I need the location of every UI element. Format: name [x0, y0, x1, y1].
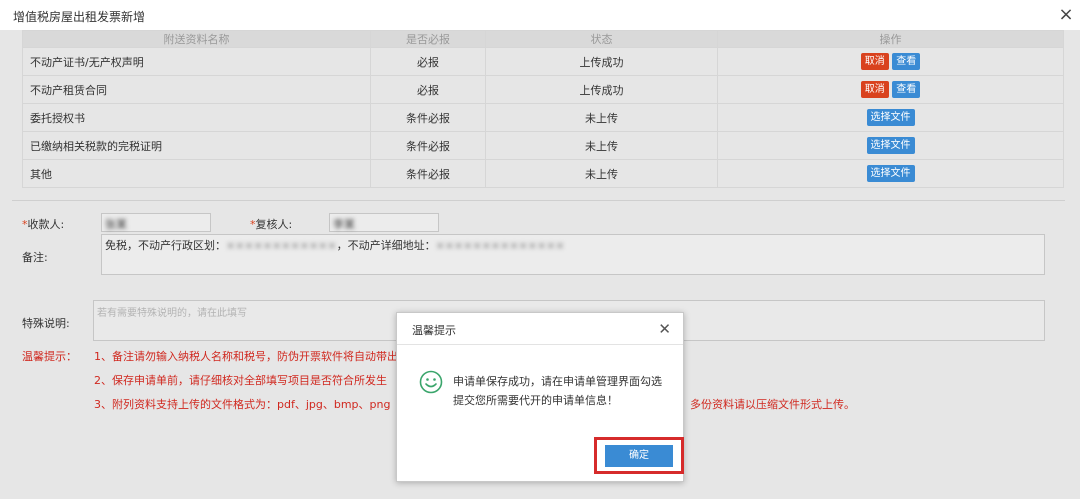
attachments-table: 附送资料名称 是否必报 状态 操作 不动产证书/无产权声明 必报 上传成功 取消…: [22, 30, 1064, 188]
tip-line-3-end: 多份资料请以压缩文件形式上传。: [690, 398, 855, 411]
row-name: 已缴纳相关税款的完税证明: [22, 131, 371, 160]
reviewer-field[interactable]: 李某: [329, 213, 439, 232]
ok-button[interactable]: 确定: [605, 445, 673, 467]
row-name: 不动产证书/无产权声明: [22, 47, 371, 76]
dialog-title: 温馨提示: [412, 324, 456, 337]
row-required: 必报: [370, 47, 486, 76]
tip-line-3: 3、附列资料支持上传的文件格式为：pdf、jpg、bmp、png: [94, 398, 391, 411]
row-status: 未上传: [485, 131, 718, 160]
table-header-row: 附送资料名称 是否必报 状态 操作: [22, 30, 1064, 48]
special-placeholder: 若有需要特殊说明的，请在此填写: [97, 308, 247, 319]
view-button[interactable]: 查看: [892, 53, 921, 70]
row-required: 条件必报: [370, 103, 486, 132]
window-title: 增值税房屋出租发票新增: [13, 10, 146, 24]
dialog-message: 申请单保存成功，请在申请单管理界面勾选提交您所需要代开的申请单信息！: [453, 375, 662, 407]
payee-label: *收款人:: [22, 218, 65, 231]
table-row: 已缴纳相关税款的完税证明 条件必报 未上传 选择文件: [22, 131, 1064, 160]
choose-file-button[interactable]: 选择文件: [866, 165, 915, 182]
reviewer-value: 李某: [333, 218, 355, 231]
table-row: 委托授权书 条件必报 未上传 选择文件: [22, 103, 1064, 132]
dialog-header: 温馨提示 ✕: [397, 313, 683, 345]
column-header-status: 状态: [485, 30, 718, 48]
row-required: 必报: [370, 75, 486, 104]
row-required: 条件必报: [370, 159, 486, 188]
tip-line-2: 2、保存申请单前，请仔细核对全部填写项目是否符合所发生: [94, 374, 387, 387]
row-status: 未上传: [485, 103, 718, 132]
choose-file-button[interactable]: 选择文件: [866, 137, 915, 154]
section-divider: [12, 200, 1065, 201]
special-label: 特殊说明:: [22, 317, 70, 330]
tip-line-1: 1、备注请勿输入纳税人名称和税号，防伪开票软件将自动带出: [94, 350, 398, 363]
choose-file-button[interactable]: 选择文件: [866, 109, 915, 126]
row-actions: 选择文件: [717, 103, 1064, 132]
close-icon[interactable]: ×: [1057, 5, 1075, 25]
view-button[interactable]: 查看: [892, 81, 921, 98]
cancel-button[interactable]: 取消: [860, 81, 889, 98]
remark-field[interactable]: 免税，不动产行政区划：××××××××××××，不动产详细地址：××××××××…: [101, 234, 1045, 275]
cancel-button[interactable]: 取消: [860, 53, 889, 70]
smiley-icon: [419, 370, 443, 394]
row-actions: 选择文件: [717, 131, 1064, 160]
row-actions: 取消 查看: [717, 47, 1064, 76]
table-row: 不动产租赁合同 必报 上传成功 取消 查看: [22, 75, 1064, 104]
payee-value: 张某: [105, 218, 127, 231]
row-name: 其他: [22, 159, 371, 188]
row-status: 上传成功: [485, 75, 718, 104]
tips-label: 温馨提示：: [22, 350, 77, 363]
row-name: 委托授权书: [22, 103, 371, 132]
table-row: 不动产证书/无产权声明 必报 上传成功 取消 查看: [22, 47, 1064, 76]
row-status: 未上传: [485, 159, 718, 188]
remark-value: 免税，不动产行政区划：××××××××××××，不动产详细地址：××××××××…: [105, 239, 565, 252]
column-header-name: 附送资料名称: [22, 30, 371, 48]
reviewer-label: *复核人:: [250, 218, 293, 231]
column-header-actions: 操作: [717, 30, 1064, 48]
ok-button-highlight: 确定: [594, 437, 684, 474]
row-actions: 选择文件: [717, 159, 1064, 188]
table-row: 其他 条件必报 未上传 选择文件: [22, 159, 1064, 188]
success-dialog: 温馨提示 ✕ 申请单保存成功，请在申请单管理界面勾选提交您所需要代开的申请单信息…: [396, 312, 684, 482]
row-required: 条件必报: [370, 131, 486, 160]
row-name: 不动产租赁合同: [22, 75, 371, 104]
close-icon[interactable]: ✕: [658, 320, 671, 338]
payee-field[interactable]: 张某: [101, 213, 211, 232]
column-header-required: 是否必报: [370, 30, 486, 48]
row-status: 上传成功: [485, 47, 718, 76]
remark-label: 备注:: [22, 251, 48, 264]
row-actions: 取消 查看: [717, 75, 1064, 104]
window-titlebar: 增值税房屋出租发票新增 ×: [0, 0, 1080, 30]
